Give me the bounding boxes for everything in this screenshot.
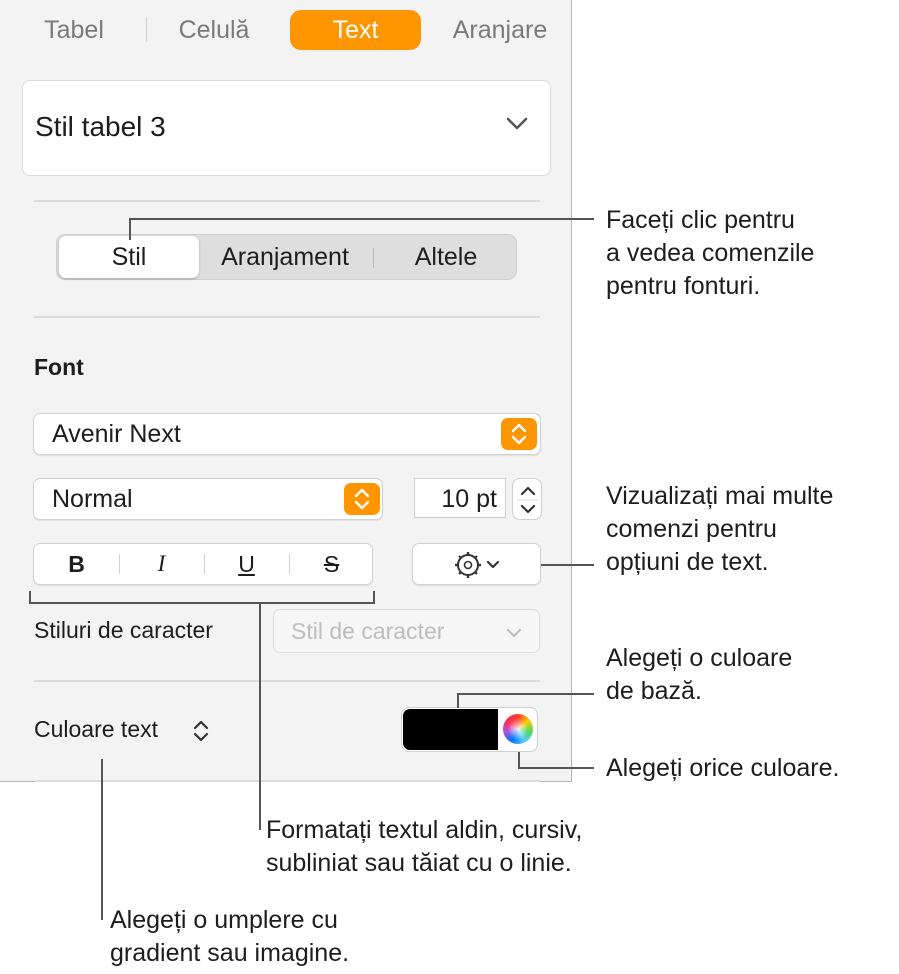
callout-segment: Faceți clic pentru a vedea comenzile pen… bbox=[606, 206, 815, 300]
callout-bracket-format bbox=[29, 591, 375, 604]
callout-line-any-color bbox=[518, 752, 594, 769]
callout-options: Vizualizați mai multe comenzi pentru opț… bbox=[606, 482, 834, 576]
callout-line-base-color bbox=[457, 693, 594, 708]
callout-base-color: Alegeți o culoare de bază. bbox=[606, 644, 793, 705]
callout-line-segment bbox=[129, 218, 594, 240]
callout-any-color: Alegeți orice culoare. bbox=[606, 754, 840, 782]
callout-format: Formatați textul aldin, cursiv, sublinia… bbox=[266, 816, 583, 877]
callout-fill: Alegeți o umplere cu gradient sau imagin… bbox=[110, 906, 350, 967]
